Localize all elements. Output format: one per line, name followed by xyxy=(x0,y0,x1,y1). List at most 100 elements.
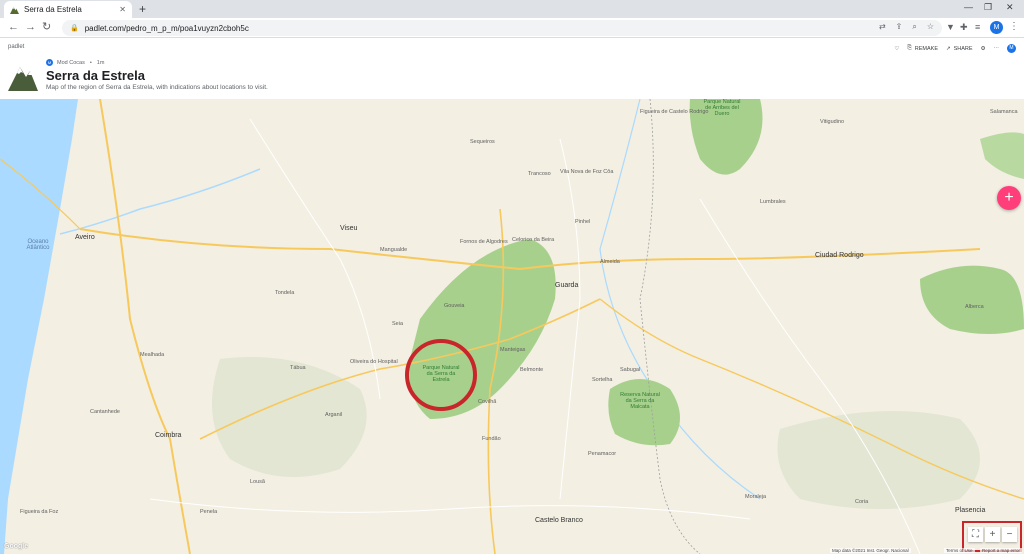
translate-icon[interactable]: ⇄ xyxy=(879,22,886,32)
map-label-city: Guarda xyxy=(555,282,579,289)
map-label-city: Celorico da Beira xyxy=(512,237,555,243)
remake-icon: ⎘ xyxy=(907,45,912,51)
map-label-city: Tábua xyxy=(290,365,306,371)
map-label-city: Belmonte xyxy=(520,367,544,373)
extension-filter-icon[interactable]: ▼ xyxy=(946,22,955,33)
park-area xyxy=(980,132,1024,179)
map-label-city: Tondela xyxy=(275,290,295,296)
header-actions: ♡ ⎘ REMAKE ↗ SHARE ⚙ ⋯ M xyxy=(894,44,1016,53)
bookmark-star-icon[interactable]: ☆ xyxy=(927,22,934,32)
map-label-city: Plasencia xyxy=(955,507,986,514)
map-label-city: Lumbrales xyxy=(760,199,786,205)
minor-road xyxy=(149,498,751,520)
fullscreen-icon[interactable]: ⛶ xyxy=(968,527,983,542)
park-label-arribes: Parque Natural de Arribes del Duero xyxy=(703,99,741,117)
close-window-icon[interactable]: ✕ xyxy=(1006,2,1014,13)
google-logo[interactable]: Google xyxy=(4,543,28,550)
media-icon[interactable]: ≡ xyxy=(975,22,980,33)
profile-avatar[interactable]: M xyxy=(990,21,1003,34)
map-label-city: Coria xyxy=(855,499,869,505)
zoom-out-button[interactable]: − xyxy=(1002,527,1017,542)
relief-area xyxy=(212,357,367,477)
extensions-puzzle-icon[interactable]: ✚ xyxy=(960,22,968,33)
zoom-in-button[interactable]: + xyxy=(985,527,1000,542)
share-page-icon[interactable]: ⇪ xyxy=(896,22,903,32)
page-title: Serra da Estrela xyxy=(46,68,146,83)
post-time: 1m xyxy=(96,59,105,66)
relief-area xyxy=(777,411,980,509)
minimize-icon[interactable]: — xyxy=(964,2,973,12)
map-label-city: Covilhã xyxy=(478,399,497,405)
map-label-city: Pinhel xyxy=(575,219,591,225)
park-label-malcata: Reserva Natural da Serra da Malcata xyxy=(620,392,660,410)
browser-toolbar: ← → ↻ 🔒 padlet.com/pedro_m_p_m/poa1vuyzn… xyxy=(0,18,1024,38)
mountain-favicon-icon xyxy=(10,6,19,14)
map-label-city: Ciudad Rodrigo xyxy=(815,252,864,259)
new-tab-button[interactable]: + xyxy=(139,2,146,16)
map-label-city: Sequeiros xyxy=(470,139,495,145)
settings-gear-icon[interactable]: ⚙ xyxy=(981,46,986,52)
mountain-wallpaper-icon xyxy=(8,67,38,91)
share-button[interactable]: ↗ SHARE xyxy=(946,46,973,52)
user-avatar[interactable]: M xyxy=(1007,44,1016,53)
browser-tab[interactable]: Serra da Estrela ✕ xyxy=(4,1,132,18)
map-label-city: Manteigas xyxy=(500,347,526,353)
map-label-city: Figueira de Castelo Rodrigo xyxy=(640,109,709,115)
map-label-city: Figueira da Foz xyxy=(20,509,59,515)
share-icon: ↗ xyxy=(946,45,951,52)
author-info: M Mod Cocas • 1m xyxy=(46,59,105,66)
map-label-city: Sabugal xyxy=(620,367,641,373)
park-label-estrela: Parque Natural da Serra da Estrela xyxy=(422,365,460,383)
map-label-city: Alberca xyxy=(965,304,984,310)
map-label-city: Penamacor xyxy=(588,451,617,457)
zoom-icon[interactable]: ⌕ xyxy=(912,22,916,32)
map-label-city: Lousã xyxy=(250,479,265,485)
park-area xyxy=(608,379,680,446)
map-label-city: Aveiro xyxy=(75,234,95,241)
terms-link[interactable]: Terms of Use xyxy=(944,548,975,553)
map-label-city: Salamanca xyxy=(990,109,1018,115)
map-label-city: Oliveira do Hospital xyxy=(350,359,398,365)
map-canvas[interactable]: Oceano Atlântico Aveiro Coimbra Viseu Gu… xyxy=(0,99,1024,554)
map-label-city: Sortelha xyxy=(592,377,613,383)
author-avatar: M xyxy=(46,59,53,66)
tab-title: Serra da Estrela xyxy=(24,5,82,14)
map-label-city: Coimbra xyxy=(155,432,182,439)
map-label-ocean: Oceano Atlântico xyxy=(26,239,50,251)
add-post-button[interactable]: + xyxy=(997,186,1021,210)
map-label-city: Fornos de Algodres xyxy=(460,239,508,245)
back-icon[interactable]: ← xyxy=(8,21,19,34)
country-border xyxy=(639,99,701,554)
map-label-city: Penela xyxy=(200,509,218,515)
tab-close-icon[interactable]: ✕ xyxy=(119,5,126,14)
map-label-city: Cantanhede xyxy=(90,409,120,415)
map-label-city: Mangualde xyxy=(380,247,408,253)
map-label-city: Castelo Branco xyxy=(535,517,583,524)
more-icon[interactable]: ⋯ xyxy=(994,46,1000,52)
map-label-city: Gouveia xyxy=(444,303,465,309)
minor-road xyxy=(559,138,581,500)
map-label-city: Arganil xyxy=(325,412,343,418)
browser-menu-icon[interactable]: ⋮ xyxy=(1009,21,1019,32)
park-area xyxy=(920,265,1024,334)
map-label-city: Almeida xyxy=(600,259,620,265)
browser-tab-bar: Serra da Estrela ✕ + — ❐ ✕ xyxy=(0,0,1024,18)
road xyxy=(99,99,191,554)
remake-button[interactable]: ⎘ REMAKE xyxy=(907,45,938,52)
map-label-city: Fundão xyxy=(482,436,501,442)
reload-icon[interactable]: ↻ xyxy=(42,21,51,34)
restore-icon[interactable]: ❐ xyxy=(984,2,992,13)
map-attribution: Map data ©2021 Inst. Geogr. Nacional xyxy=(830,548,911,553)
river xyxy=(59,168,261,235)
lock-icon: 🔒 xyxy=(70,25,79,32)
heart-icon[interactable]: ♡ xyxy=(894,46,899,52)
page-description: Map of the region of Serra da Estrela, w… xyxy=(46,84,268,91)
map-graphics xyxy=(0,99,1024,554)
forward-icon[interactable]: → xyxy=(25,21,36,34)
map-label-city: Viseu xyxy=(340,225,358,232)
address-bar[interactable]: 🔒 padlet.com/pedro_m_p_m/poa1vuyzn2cboh5… xyxy=(62,20,942,36)
map-label-city: Trancoso xyxy=(528,171,551,177)
map-label-city: Vitigudino xyxy=(820,119,845,125)
report-error-link[interactable]: Report a map error xyxy=(980,548,1023,553)
padlet-logo[interactable]: padlet xyxy=(8,44,24,50)
